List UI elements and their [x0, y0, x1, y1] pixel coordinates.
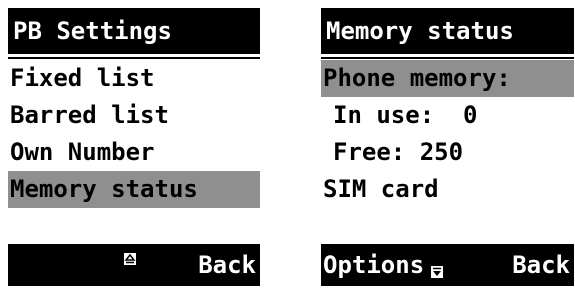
memory-info-list: Phone memory: In use: 0 Free: 250 SIM ca…: [321, 60, 574, 208]
menu-item-memory-status[interactable]: Memory status: [8, 171, 260, 208]
menu-item-barred-list[interactable]: Barred list: [8, 97, 260, 134]
menu-item-label: Memory status: [10, 175, 198, 203]
free-value: Free: 250: [333, 138, 464, 166]
pb-settings-screen: PB Settings Fixed list Barred list Own N…: [8, 8, 260, 286]
title-divider: [321, 54, 574, 59]
sim-card-row[interactable]: SIM card: [321, 171, 574, 208]
in-use-row: In use: 0: [321, 97, 574, 134]
up-arrow-icon: [124, 253, 136, 265]
menu-item-label: Fixed list: [10, 64, 155, 92]
down-arrow-icon: [431, 266, 443, 278]
menu-list: Fixed list Barred list Own Number Memory…: [8, 60, 260, 208]
menu-item-own-number[interactable]: Own Number: [8, 134, 260, 171]
softkey-bar: Back: [8, 244, 260, 286]
phone-memory-label: Phone memory:: [323, 64, 511, 92]
back-softkey[interactable]: Back: [512, 251, 570, 279]
in-use-value: In use: 0: [333, 101, 478, 129]
screen-title: PB Settings: [13, 17, 172, 45]
screen-title: Memory status: [326, 17, 514, 45]
memory-status-screen: Memory status Phone memory: In use: 0 Fr…: [321, 8, 574, 286]
title-divider: [8, 54, 260, 59]
back-softkey[interactable]: Back: [198, 251, 256, 279]
phone-memory-row[interactable]: Phone memory:: [321, 60, 574, 97]
menu-item-label: Barred list: [10, 101, 169, 129]
menu-item-label: Own Number: [10, 138, 155, 166]
menu-item-fixed-list[interactable]: Fixed list: [8, 60, 260, 97]
softkey-bar: Options Back: [321, 244, 574, 286]
sim-card-label: SIM card: [323, 175, 439, 203]
title-bar: Memory status: [321, 8, 574, 54]
title-bar: PB Settings: [8, 8, 260, 54]
options-softkey[interactable]: Options: [323, 251, 424, 279]
free-row: Free: 250: [321, 134, 574, 171]
